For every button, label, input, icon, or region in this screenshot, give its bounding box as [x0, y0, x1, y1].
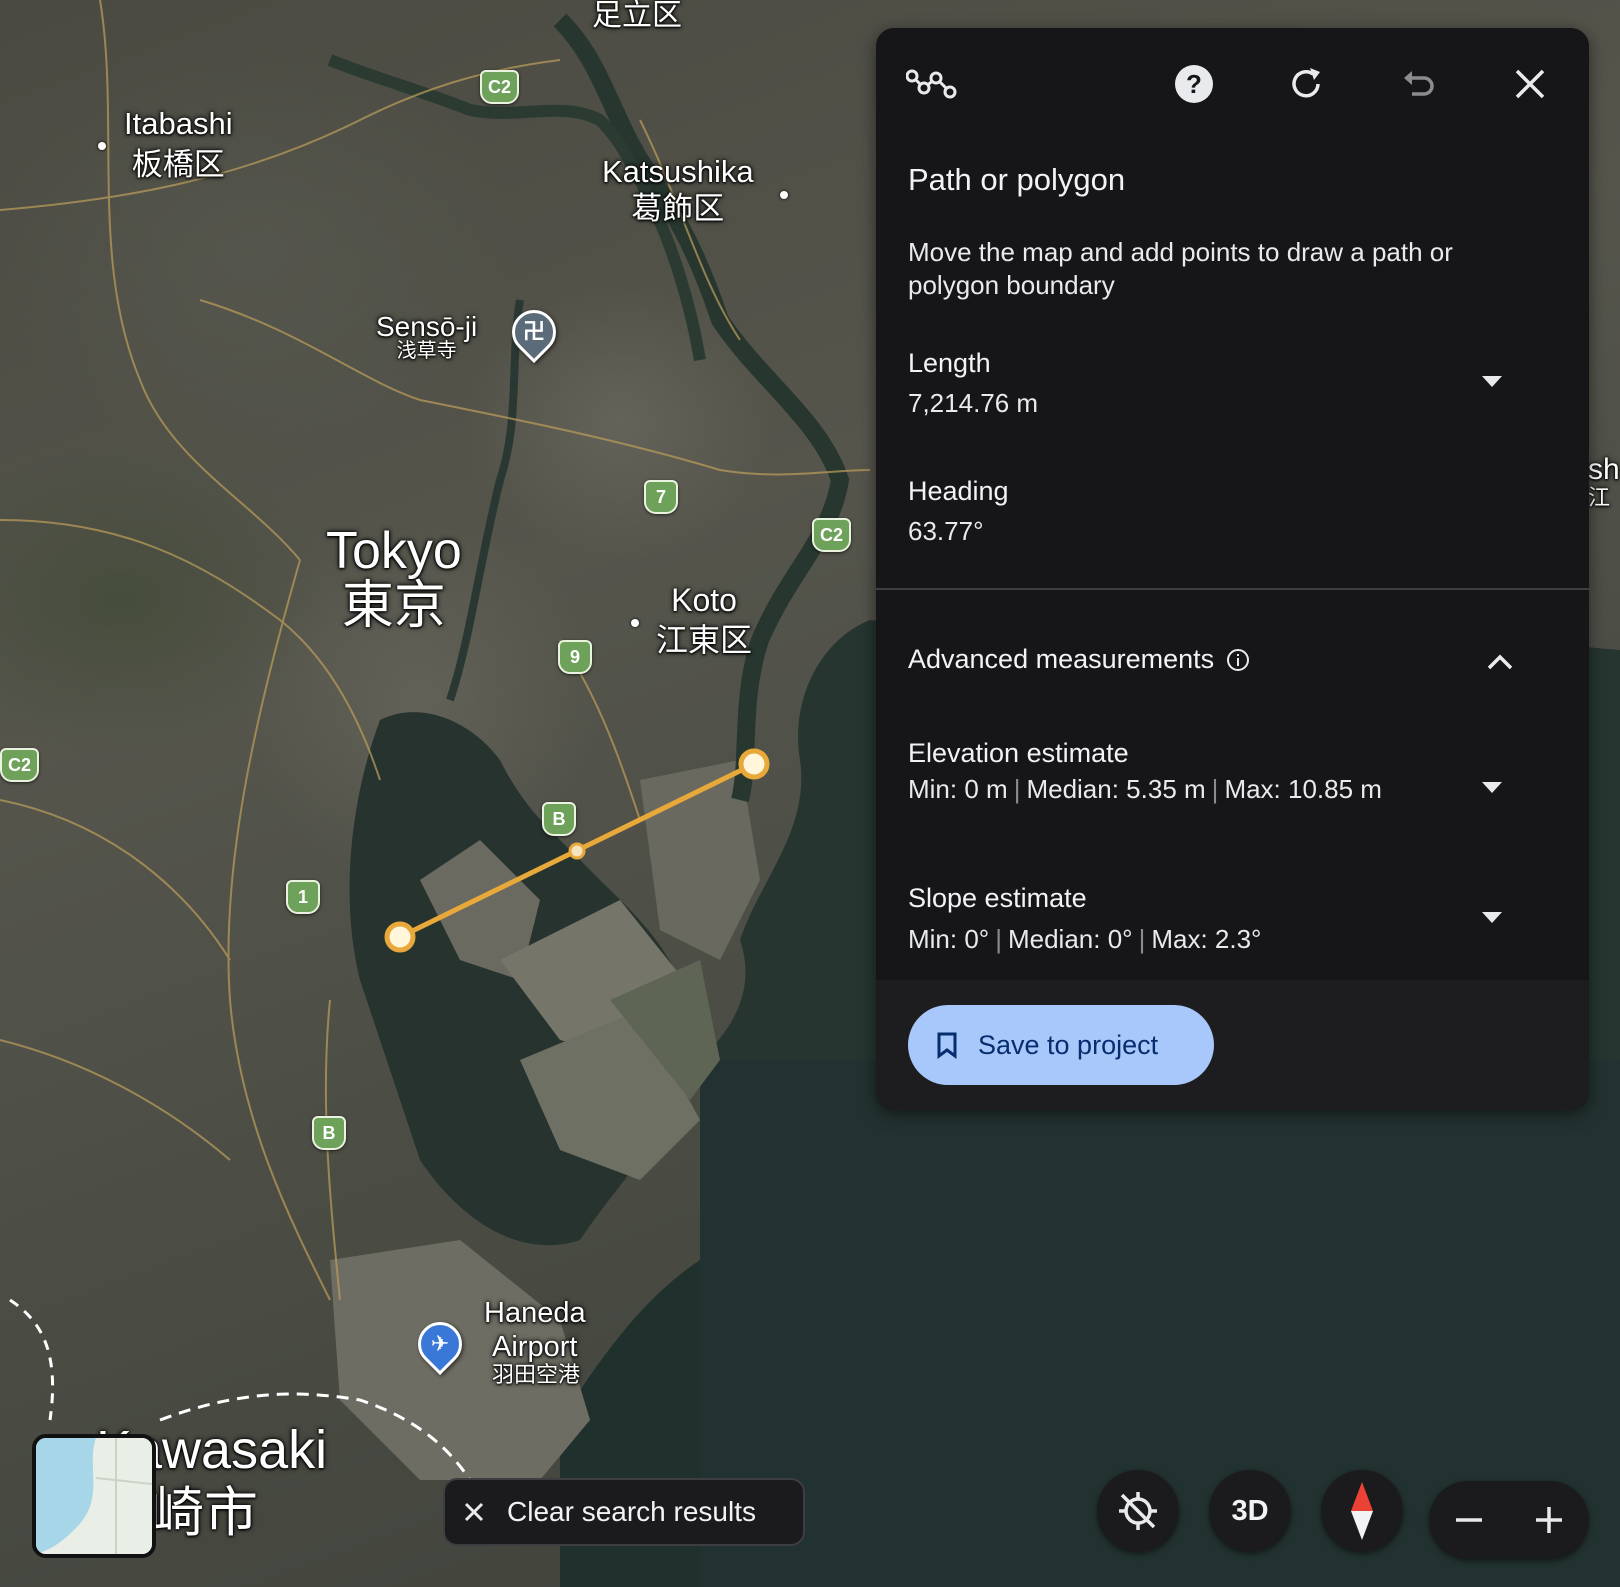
panel-title: Path or polygon — [908, 162, 1126, 197]
help-icon[interactable]: ? — [1168, 58, 1220, 110]
close-icon — [464, 1502, 484, 1522]
slope-dropdown-icon[interactable] — [1472, 898, 1512, 938]
route-shield-b: B — [542, 802, 576, 836]
route-shield-c2: C2 — [0, 748, 40, 782]
close-icon[interactable] — [1504, 58, 1556, 110]
place-label-edge: sh 江 — [1588, 453, 1620, 510]
place-label-itabashi: Itabashi 板橋区 — [124, 106, 233, 182]
route-shield-b: B — [312, 1116, 346, 1150]
clear-search-results-label: Clear search results — [507, 1496, 756, 1527]
route-shield-c2: C2 — [812, 518, 852, 552]
chevron-up-icon[interactable] — [1480, 642, 1520, 682]
elevation-label: Elevation estimate — [908, 738, 1129, 768]
elevation-min: Min: 0 m — [908, 774, 1008, 804]
plus-icon — [1536, 1507, 1562, 1533]
zoom-out-button[interactable] — [1439, 1490, 1499, 1550]
slope-label: Slope estimate — [908, 883, 1087, 913]
route-shield-1: 1 — [286, 880, 320, 914]
elevation-dropdown-icon[interactable] — [1472, 768, 1512, 808]
location-disabled-icon — [1119, 1492, 1157, 1530]
zoom-in-button[interactable] — [1519, 1490, 1579, 1550]
compass-button[interactable] — [1321, 1470, 1403, 1552]
path-midpoint — [568, 842, 586, 860]
minus-icon — [1456, 1518, 1482, 1522]
toggle-3d-button[interactable]: 3D — [1209, 1470, 1291, 1552]
compass-icon — [1351, 1482, 1373, 1540]
heading-value: 63.77° — [908, 516, 984, 546]
panel-toolbar: ? — [876, 28, 1589, 138]
route-shield-7: 7 — [644, 480, 678, 514]
panel-description: Move the map and add points to draw a pa… — [908, 237, 1453, 300]
length-value: 7,214.76 m — [908, 388, 1039, 418]
info-icon[interactable] — [1226, 648, 1250, 672]
route-shield-c2: C2 — [480, 70, 520, 104]
place-label-katsushika: Katsushika 葛飾区 — [602, 154, 754, 226]
place-label-sensoji[interactable]: Sensō-ji 浅草寺 — [376, 312, 477, 362]
save-to-project-button[interactable]: Save to project — [908, 1005, 1214, 1085]
refresh-icon[interactable] — [1280, 58, 1332, 110]
clear-search-results-button[interactable]: Clear search results — [443, 1478, 805, 1546]
koto-dot — [631, 619, 639, 627]
path-start-point — [384, 921, 416, 953]
heading-label: Heading — [908, 476, 1009, 506]
svg-text:?: ? — [1186, 69, 1202, 99]
minimap-graphic — [36, 1438, 152, 1554]
measure-panel: ? Path or polygon Move the map and add p… — [876, 28, 1589, 1110]
panel-divider — [876, 588, 1589, 590]
place-label-haneda[interactable]: Haneda Airport 羽田空港 — [484, 1298, 586, 1386]
length-label: Length — [908, 348, 991, 378]
itabashi-dot — [98, 142, 106, 150]
bookmark-icon — [937, 1032, 957, 1059]
elevation-values: Min: 0 m | Median: 5.35 m | Max: 10.85 m — [908, 774, 1382, 804]
route-shield-9: 9 — [558, 640, 592, 674]
path-end-point — [738, 748, 770, 780]
place-label-adachi: 足立区 — [592, 0, 682, 32]
place-label-koto: Koto 江東区 — [656, 582, 753, 658]
minimap-thumbnail[interactable] — [32, 1434, 156, 1558]
zoom-controls — [1429, 1481, 1589, 1559]
length-unit-dropdown-icon[interactable] — [1472, 362, 1512, 402]
path-tool-icon[interactable] — [906, 58, 958, 110]
save-to-project-label: Save to project — [978, 1029, 1159, 1060]
slope-min: Min: 0° — [908, 924, 990, 954]
place-label-tokyo: Tokyo 東京 — [326, 522, 462, 635]
elevation-max: Max: 10.85 m — [1224, 774, 1382, 804]
undo-icon[interactable] — [1392, 58, 1444, 110]
elevation-median: Median: 5.35 m — [1026, 774, 1206, 804]
toggle-3d-label: 3D — [1231, 1494, 1269, 1527]
advanced-measurements-label: Advanced measurements — [908, 644, 1215, 674]
slope-values: Min: 0° | Median: 0° | Max: 2.3° — [908, 924, 1262, 954]
katsushika-dot — [780, 191, 788, 199]
location-off-button[interactable] — [1097, 1470, 1179, 1552]
slope-max: Max: 2.3° — [1151, 924, 1262, 954]
slope-median: Median: 0° — [1007, 924, 1133, 954]
advanced-measurements-header[interactable]: Advanced measurements — [908, 644, 1250, 675]
